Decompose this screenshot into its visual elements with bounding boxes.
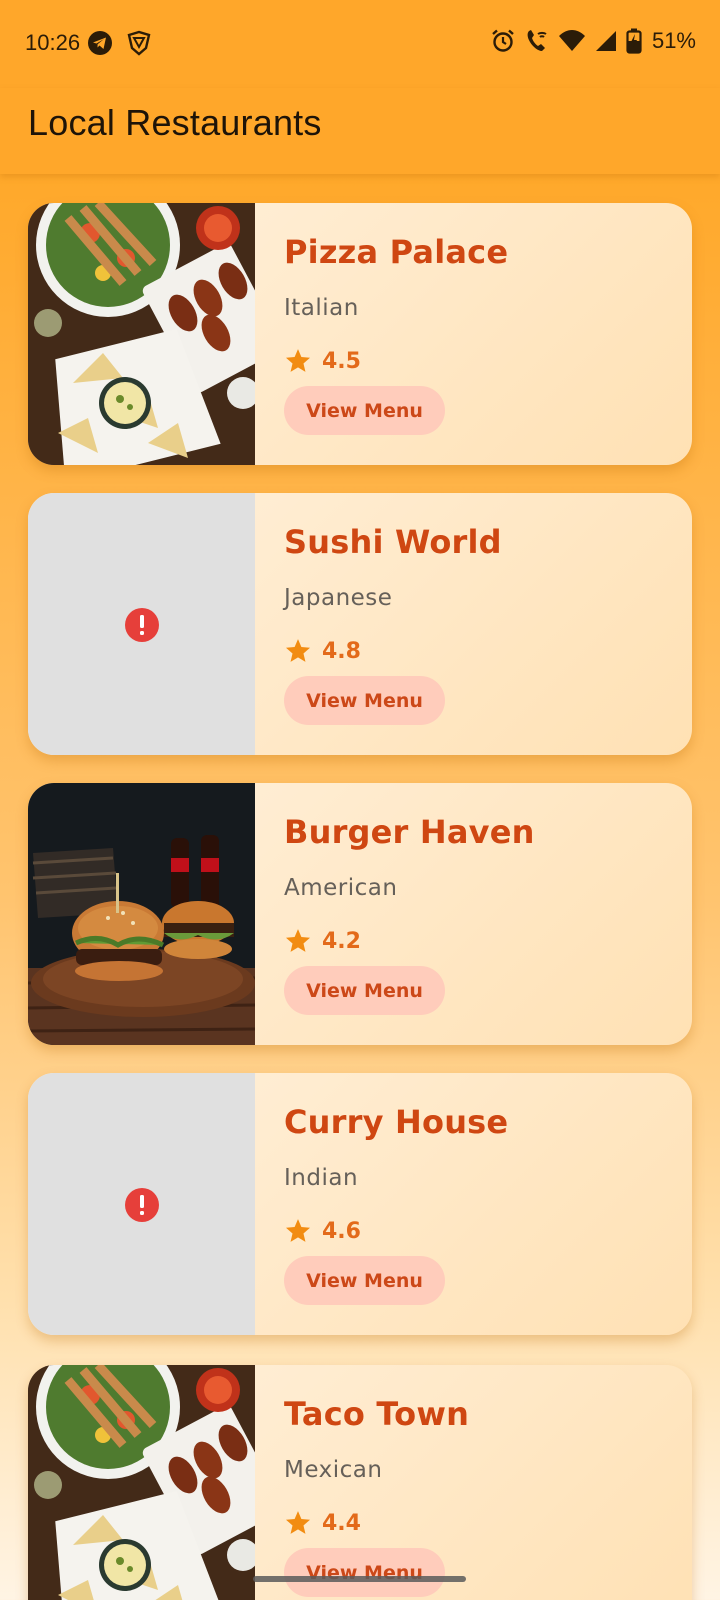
view-menu-button[interactable]: View Menu (284, 1548, 445, 1597)
star-icon (285, 929, 311, 952)
rating-value: 4.4 (322, 1510, 361, 1536)
wifi-call-icon (527, 30, 547, 51)
restaurant-name: Curry House (284, 1103, 509, 1141)
signal-icon (595, 31, 616, 51)
card-body: Sushi World Japanese 4.8 View Menu (284, 493, 692, 755)
restaurant-cuisine: Japanese (284, 585, 393, 611)
rating-value: 4.5 (322, 348, 361, 374)
battery-charging-icon (626, 28, 642, 54)
restaurant-cuisine: American (284, 875, 398, 901)
restaurant-name: Burger Haven (284, 813, 535, 851)
restaurant-image (28, 1365, 255, 1600)
wifi-icon (558, 30, 585, 51)
status-icons: 51% (490, 28, 696, 54)
star-icon (285, 1511, 311, 1534)
error-icon (125, 608, 159, 642)
status-time: 10:26 (25, 30, 81, 55)
telegram-icon (88, 31, 112, 55)
restaurant-cuisine: Italian (284, 295, 359, 321)
rating-value: 4.2 (322, 928, 361, 954)
star-icon (285, 349, 311, 372)
restaurant-cuisine: Mexican (284, 1457, 383, 1483)
page-title: Local Restaurants (28, 102, 322, 143)
battery-percentage: 51% (651, 28, 696, 53)
restaurant-cuisine: Indian (284, 1165, 359, 1191)
restaurant-card[interactable]: Pizza Palace Italian 4.5 View Menu (28, 203, 692, 465)
card-body: Curry House Indian 4.6 View Menu (284, 1073, 692, 1335)
gesture-nav-handle[interactable] (253, 1576, 466, 1582)
restaurant-name: Pizza Palace (284, 233, 509, 271)
alarm-icon (492, 29, 514, 52)
star-icon (285, 1219, 311, 1242)
burger-image (28, 783, 255, 1045)
restaurant-name: Sushi World (284, 523, 502, 561)
vpn-shield-icon (127, 30, 151, 56)
view-menu-button[interactable]: View Menu (284, 966, 445, 1015)
rating: 4.5 (284, 347, 361, 375)
restaurant-card[interactable]: Curry House Indian 4.6 View Menu (28, 1073, 692, 1335)
status-bar: 10:26 51% (0, 0, 720, 88)
rating: 4.4 (284, 1509, 361, 1537)
food-platter-image (28, 203, 255, 465)
view-menu-button[interactable]: View Menu (284, 386, 445, 435)
rating-value: 4.8 (322, 638, 361, 664)
view-menu-button[interactable]: View Menu (284, 676, 445, 725)
restaurant-image-error (28, 1073, 255, 1335)
restaurant-name: Taco Town (284, 1395, 470, 1433)
app-bar: Local Restaurants (0, 88, 720, 174)
star-icon (285, 639, 311, 662)
rating: 4.6 (284, 1217, 361, 1245)
card-body: Pizza Palace Italian 4.5 View Menu (284, 203, 692, 465)
restaurant-card[interactable]: Taco Town Mexican 4.4 View Menu (28, 1365, 692, 1600)
restaurant-card[interactable]: Burger Haven American 4.2 View Menu (28, 783, 692, 1045)
card-body: Burger Haven American 4.2 View Menu (284, 783, 692, 1045)
restaurant-card[interactable]: Sushi World Japanese 4.8 View Menu (28, 493, 692, 755)
card-body: Taco Town Mexican 4.4 View Menu (284, 1365, 692, 1600)
error-icon (125, 1188, 159, 1222)
restaurant-image-error (28, 493, 255, 755)
rating-value: 4.6 (322, 1218, 361, 1244)
view-menu-button[interactable]: View Menu (284, 1256, 445, 1305)
restaurant-image (28, 783, 255, 1045)
rating: 4.8 (284, 637, 361, 665)
rating: 4.2 (284, 927, 361, 955)
restaurant-image (28, 203, 255, 465)
food-platter-image (28, 1365, 255, 1600)
